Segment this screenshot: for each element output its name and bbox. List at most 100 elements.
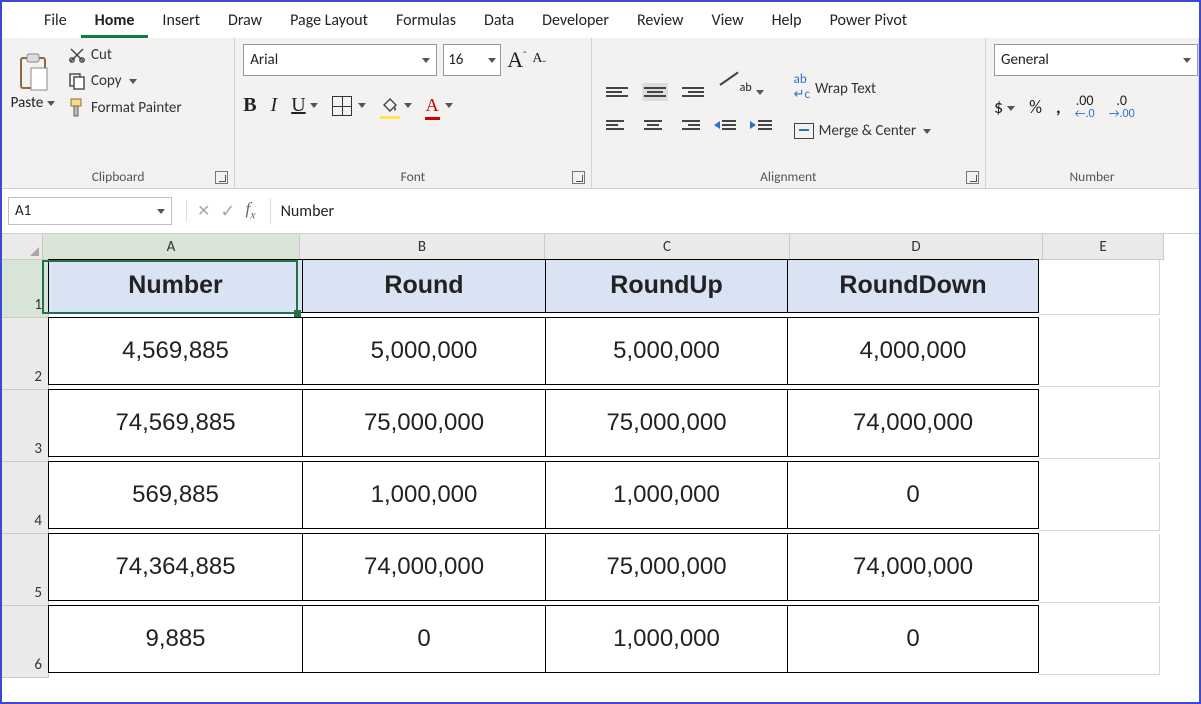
cell-e2[interactable]: [1039, 318, 1160, 387]
menu-file[interactable]: File: [30, 5, 81, 38]
cell-c3[interactable]: 75,000,000: [545, 389, 789, 457]
row-header-4[interactable]: 4: [2, 462, 49, 534]
shrink-font-button[interactable]: Aˇ: [532, 47, 545, 73]
row-header-3[interactable]: 3: [2, 390, 49, 462]
cell-a2[interactable]: 4,569,885: [48, 317, 304, 385]
font-color-button[interactable]: A: [426, 95, 453, 116]
number-format-combo[interactable]: General: [994, 44, 1198, 76]
decrease-decimal-button[interactable]: .0→.00: [1109, 94, 1135, 120]
cell-b5[interactable]: 74,000,000: [302, 533, 546, 601]
cell-d1[interactable]: RoundDown: [787, 259, 1039, 313]
bold-button[interactable]: B: [243, 94, 256, 117]
row-header-1[interactable]: 1: [2, 260, 49, 318]
worksheet: A B C D E 1 Number Round RoundUp RoundDo…: [2, 234, 1199, 678]
orientation-button[interactable]: ab: [718, 82, 764, 102]
cell-e1[interactable]: [1039, 260, 1160, 315]
cell-b3[interactable]: 75,000,000: [302, 389, 546, 457]
fill-color-button[interactable]: [380, 97, 412, 115]
percent-format-button[interactable]: %: [1029, 96, 1042, 118]
menu-insert[interactable]: Insert: [148, 5, 214, 38]
italic-button[interactable]: I: [271, 94, 278, 117]
row-header-6[interactable]: 6: [2, 606, 49, 678]
row-header-2[interactable]: 2: [2, 318, 49, 390]
cell-b2[interactable]: 5,000,000: [302, 317, 546, 385]
cell-b4[interactable]: 1,000,000: [302, 461, 546, 529]
cell-c6[interactable]: 1,000,000: [545, 605, 789, 673]
col-header-b[interactable]: B: [300, 234, 545, 260]
menu-formulas[interactable]: Formulas: [382, 5, 470, 38]
group-number: General $ % , .00←.0 .0→.00 Number: [986, 38, 1199, 188]
grow-font-button[interactable]: Aˆ: [507, 47, 526, 73]
cell-d5[interactable]: 74,000,000: [787, 533, 1039, 601]
accounting-format-button[interactable]: $: [994, 96, 1015, 118]
cut-button[interactable]: Cut: [64, 44, 186, 66]
comma-format-button[interactable]: ,: [1056, 96, 1061, 118]
chevron-down-icon: [1007, 106, 1015, 111]
menu-page-layout[interactable]: Page Layout: [276, 5, 382, 38]
align-bottom-button[interactable]: [682, 85, 704, 99]
align-right-button[interactable]: [678, 118, 700, 132]
cell-a3[interactable]: 74,569,885: [48, 389, 304, 457]
col-header-c[interactable]: C: [545, 234, 790, 260]
row-header-5[interactable]: 5: [2, 534, 49, 606]
fill-handle[interactable]: [294, 310, 301, 317]
cell-e5[interactable]: [1039, 534, 1160, 603]
cell-a6[interactable]: 9,885: [48, 605, 304, 673]
cell-c2[interactable]: 5,000,000: [545, 317, 789, 385]
cell-e3[interactable]: [1039, 390, 1160, 459]
menu-home[interactable]: Home: [81, 5, 149, 38]
cell-d2[interactable]: 4,000,000: [787, 317, 1039, 385]
column-headers: A B C D E: [2, 234, 1199, 260]
align-middle-button[interactable]: [642, 83, 668, 101]
formula-input[interactable]: Number: [270, 198, 1193, 224]
font-size-combo[interactable]: 16: [443, 44, 501, 76]
menu-power-pivot[interactable]: Power Pivot: [816, 5, 922, 38]
increase-decimal-button[interactable]: .00←.0: [1075, 94, 1095, 120]
cell-c4[interactable]: 1,000,000: [545, 461, 789, 529]
cell-a1[interactable]: Number: [48, 259, 304, 313]
cell-b6[interactable]: 0: [302, 605, 546, 673]
format-painter-button[interactable]: Format Painter: [64, 96, 186, 120]
increase-indent-button[interactable]: [750, 120, 772, 130]
menu-developer[interactable]: Developer: [528, 5, 623, 38]
select-all-corner[interactable]: [2, 234, 43, 260]
cell-c5[interactable]: 75,000,000: [545, 533, 789, 601]
cell-e4[interactable]: [1039, 462, 1160, 531]
cell-d4[interactable]: 0: [787, 461, 1039, 529]
cell-a5[interactable]: 74,364,885: [48, 533, 304, 601]
cell-d6[interactable]: 0: [787, 605, 1039, 673]
borders-button[interactable]: [332, 96, 366, 116]
menu-draw[interactable]: Draw: [214, 5, 276, 38]
menu-help[interactable]: Help: [758, 5, 816, 38]
copy-button[interactable]: Copy: [64, 70, 186, 92]
cancel-formula-button[interactable]: ✕: [197, 201, 210, 221]
cell-b1[interactable]: Round: [302, 259, 546, 313]
name-box[interactable]: A1: [8, 197, 172, 225]
decrease-indent-button[interactable]: [714, 120, 736, 130]
dialog-launcher-icon[interactable]: [572, 171, 585, 184]
align-top-button[interactable]: [606, 85, 628, 99]
menu-review[interactable]: Review: [623, 5, 698, 38]
dialog-launcher-icon[interactable]: [966, 171, 979, 184]
font-color-icon: A: [426, 95, 439, 116]
cell-a4[interactable]: 569,885: [48, 461, 304, 529]
col-header-a[interactable]: A: [43, 234, 300, 260]
dialog-launcher-icon[interactable]: [215, 171, 228, 184]
menu-data[interactable]: Data: [470, 5, 528, 38]
cell-c1[interactable]: RoundUp: [545, 259, 789, 313]
col-header-e[interactable]: E: [1043, 234, 1164, 260]
font-name-combo[interactable]: Arial: [243, 44, 437, 76]
font-size-value: 16: [448, 51, 463, 69]
paste-button[interactable]: Paste: [10, 44, 56, 120]
wrap-text-button[interactable]: ab↵c Wrap Text: [790, 72, 936, 106]
cell-d3[interactable]: 74,000,000: [787, 389, 1039, 457]
menu-view[interactable]: View: [697, 5, 757, 38]
col-header-d[interactable]: D: [790, 234, 1043, 260]
underline-button[interactable]: U: [291, 94, 317, 117]
align-left-button[interactable]: [606, 118, 628, 132]
align-center-button[interactable]: [642, 118, 664, 132]
insert-function-button[interactable]: fx: [246, 199, 256, 222]
enter-formula-button[interactable]: ✓: [220, 200, 235, 222]
cell-e6[interactable]: [1039, 606, 1160, 675]
merge-center-button[interactable]: Merge & Center: [790, 120, 936, 142]
